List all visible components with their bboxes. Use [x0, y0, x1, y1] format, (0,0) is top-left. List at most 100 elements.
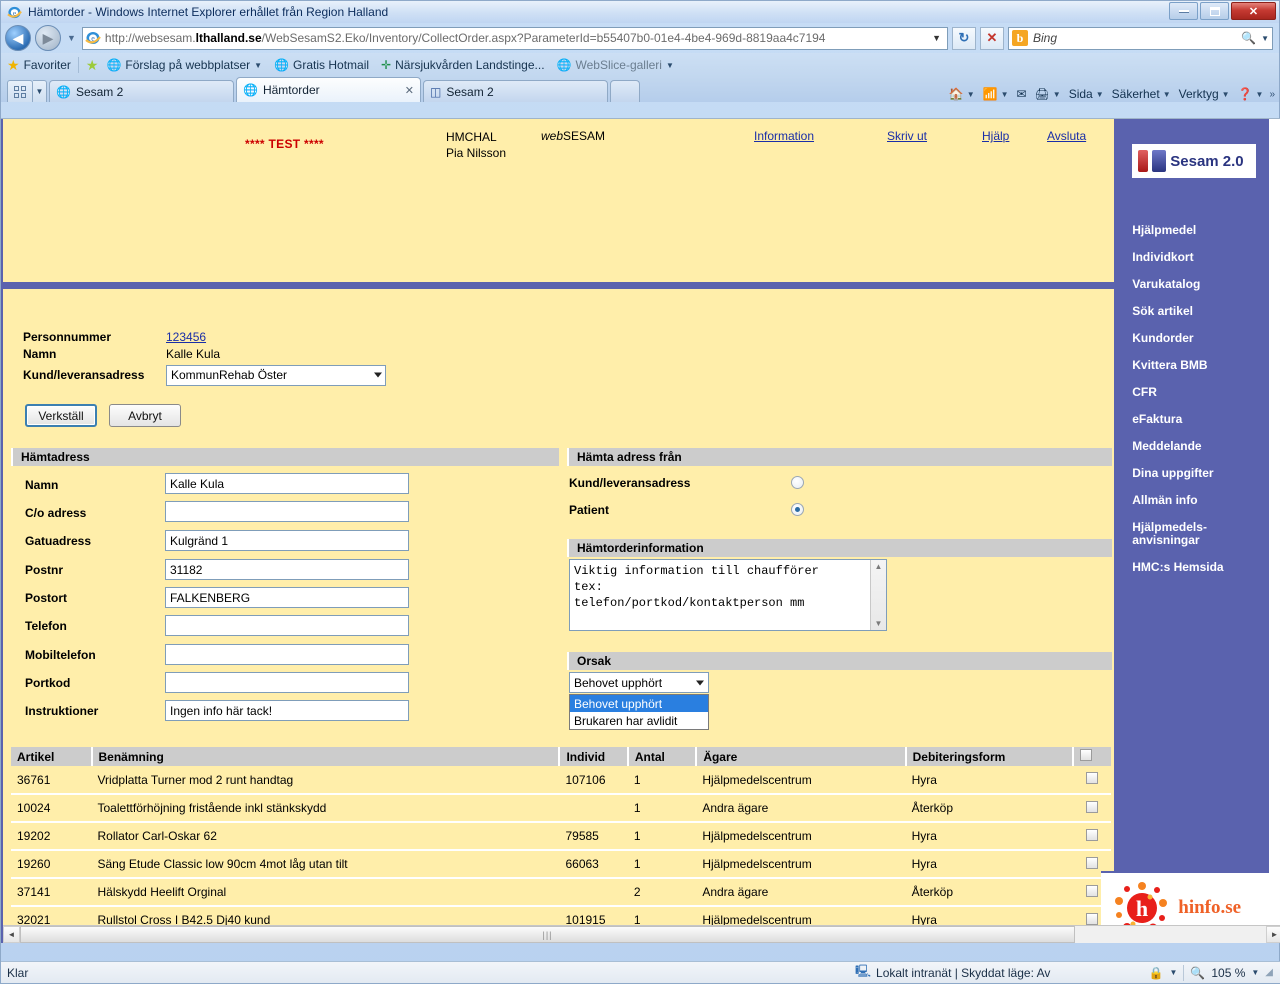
- forward-button[interactable]: ▶: [35, 25, 61, 51]
- field-input-postnr[interactable]: 31182: [165, 559, 409, 580]
- column-header-antal[interactable]: Antal: [627, 747, 698, 766]
- command-overflow-icon[interactable]: »: [1269, 89, 1275, 100]
- sidebar-item-kundorder[interactable]: Kundorder: [1132, 332, 1267, 345]
- radio-kund-leveransadress[interactable]: [791, 476, 804, 489]
- print-button[interactable]: 🖨 ▼: [1033, 87, 1063, 101]
- address-dropdown-caret-icon[interactable]: ▼: [932, 33, 945, 43]
- sidebar-item-hjalpmedelsanvisningar[interactable]: Hjälpmedels-anvisningar: [1132, 521, 1267, 547]
- sidebar-item-hmc-hemsida[interactable]: HMC:s Hemsida: [1132, 561, 1267, 574]
- order-info-textarea[interactable]: Viktig information till chaufförer tex: …: [569, 559, 887, 631]
- field-input-gatuadress[interactable]: Kulgränd 1: [165, 530, 409, 551]
- scroll-thumb[interactable]: |||: [20, 926, 1075, 943]
- page-menu[interactable]: Sida ▼: [1067, 87, 1106, 101]
- feeds-caret-icon[interactable]: ▼: [1001, 90, 1009, 99]
- tab-sesam2-first[interactable]: 🌐 Sesam 2: [49, 80, 234, 102]
- table-row[interactable]: 19260 Säng Etude Classic low 90cm 4mot l…: [11, 850, 1111, 879]
- mail-button[interactable]: ✉: [1014, 87, 1028, 101]
- minimize-button[interactable]: [1169, 2, 1198, 20]
- select-all-checkbox[interactable]: [1079, 749, 1092, 761]
- field-input-mobiltelefon[interactable]: [165, 644, 409, 665]
- scroll-right-button[interactable]: ►: [1266, 926, 1280, 943]
- field-input-co-adress[interactable]: [165, 501, 409, 522]
- security-menu[interactable]: Säkerhet ▼: [1110, 87, 1173, 101]
- sidebar-item-dina-uppgifter[interactable]: Dina uppgifter: [1132, 467, 1267, 480]
- favorite-item-hotmail[interactable]: 🌐 Gratis Hotmail: [270, 58, 373, 72]
- page-horizontal-scrollbar[interactable]: ◄ ||| ►: [3, 925, 1280, 943]
- sidebar-item-cfr[interactable]: CFR: [1132, 386, 1267, 399]
- submit-button[interactable]: Verkställ: [25, 404, 97, 427]
- header-link-help[interactable]: Hjälp: [982, 129, 1009, 143]
- row-checkbox[interactable]: [1085, 828, 1098, 841]
- resize-grip-icon[interactable]: ◢: [1265, 967, 1273, 978]
- header-link-print[interactable]: Skriv ut: [887, 129, 927, 143]
- security-zone[interactable]: 🖳 Lokalt intranät | Skyddat läge: Av: [841, 962, 1149, 983]
- sidebar-item-kvittera-bmb[interactable]: Kvittera BMB: [1132, 359, 1267, 372]
- tab-close-icon[interactable]: ✕: [405, 84, 414, 97]
- kund-leveransadress-select[interactable]: KommunRehab Öster: [166, 364, 386, 386]
- home-button[interactable]: 🏠 ▼: [947, 87, 977, 101]
- radio-patient[interactable]: [791, 503, 804, 516]
- sidebar-item-individkort[interactable]: Individkort: [1132, 251, 1267, 264]
- scroll-up-icon[interactable]: ▲: [875, 562, 883, 571]
- scroll-track[interactable]: |||: [20, 926, 1266, 943]
- reason-select[interactable]: Behovet upphört: [569, 672, 709, 693]
- row-checkbox[interactable]: [1085, 800, 1098, 813]
- search-caret-icon[interactable]: ▼: [1261, 34, 1269, 43]
- field-input-instruktioner[interactable]: Ingen info här tack!: [165, 700, 409, 721]
- field-input-telefon[interactable]: [165, 615, 409, 636]
- tools-menu[interactable]: Verktyg ▼: [1177, 87, 1232, 101]
- column-header-individ[interactable]: Individ: [559, 747, 629, 766]
- zoom-caret-icon[interactable]: ▼: [1251, 968, 1259, 977]
- column-header-benamning[interactable]: Benämning: [91, 747, 561, 766]
- zone-caret-icon[interactable]: ▼: [1169, 968, 1177, 977]
- recent-pages-caret-icon[interactable]: ▼: [67, 33, 76, 43]
- scroll-down-icon[interactable]: ▼: [875, 619, 883, 628]
- row-checkbox[interactable]: [1085, 912, 1098, 925]
- reason-option-behovet-upphort[interactable]: Behovet upphört: [570, 695, 708, 712]
- reason-option-brukaren-har-avlidit[interactable]: Brukaren har avlidit: [570, 712, 708, 729]
- row-checkbox[interactable]: [1085, 772, 1098, 784]
- scroll-left-button[interactable]: ◄: [3, 926, 20, 943]
- field-input-postort[interactable]: FALKENBERG: [165, 587, 409, 608]
- header-link-information[interactable]: Information: [754, 129, 814, 143]
- address-bar[interactable]: e http://websesam.lthalland.se/WebSesamS…: [81, 26, 948, 50]
- sesam-logo[interactable]: Sesam 2.0: [1132, 144, 1257, 178]
- sidebar-item-sok-artikel[interactable]: Sök artikel: [1132, 305, 1267, 318]
- table-row[interactable]: 37141 Hälskydd Heelift Orginal 2 Andra ä…: [11, 878, 1111, 907]
- header-link-logout[interactable]: Avsluta: [1047, 129, 1086, 143]
- cancel-button[interactable]: Avbryt: [109, 404, 181, 427]
- sidebar-item-allman-info[interactable]: Allmän info: [1132, 494, 1267, 507]
- personnummer-link[interactable]: 123456: [166, 330, 206, 344]
- table-row[interactable]: 36761 Vridplatta Turner mod 2 runt handt…: [11, 766, 1111, 795]
- maximize-button[interactable]: [1200, 2, 1229, 20]
- close-button[interactable]: ✕: [1231, 2, 1276, 20]
- feeds-button[interactable]: 📶 ▼: [981, 87, 1011, 101]
- favorites-label[interactable]: Favoriter: [24, 58, 71, 72]
- print-caret-icon[interactable]: ▼: [1053, 90, 1061, 99]
- search-box[interactable]: b Bing 🔍 ▼: [1008, 26, 1273, 50]
- favorite-item-suggested-sites[interactable]: 🌐 Förslag på webbplatser ▼: [102, 58, 266, 72]
- column-header-artikel[interactable]: Artikel: [11, 747, 93, 766]
- new-tab-button[interactable]: [610, 80, 640, 102]
- table-row[interactable]: 10024 Toalettförhöjning fristående inkl …: [11, 794, 1111, 823]
- column-header-debiteringsform[interactable]: Debiteringsform: [905, 747, 1074, 766]
- home-caret-icon[interactable]: ▼: [967, 90, 975, 99]
- field-input-portkod[interactable]: [165, 672, 409, 693]
- row-checkbox[interactable]: [1085, 884, 1098, 897]
- column-header-agare[interactable]: Ägare: [696, 747, 907, 766]
- tab-sesam2-second[interactable]: ◫ Sesam 2: [423, 80, 608, 102]
- favorite-item-narsjukvarden[interactable]: ✛ Närsjukvården Landstinge...: [377, 58, 548, 72]
- help-menu[interactable]: ❓ ▼: [1236, 87, 1266, 101]
- back-button[interactable]: ◀: [5, 25, 31, 51]
- add-favorite-icon[interactable]: ★: [86, 57, 99, 74]
- tab-hamtorder[interactable]: 🌐 Hämtorder ✕: [236, 77, 421, 102]
- stop-button[interactable]: ✕: [980, 26, 1004, 50]
- refresh-button[interactable]: ↻: [952, 26, 976, 50]
- tab-list-caret-icon[interactable]: ▼: [33, 80, 47, 102]
- order-info-scrollbar[interactable]: ▲ ▼: [870, 560, 886, 630]
- sidebar-item-varukatalog[interactable]: Varukatalog: [1132, 278, 1267, 291]
- favorite-item-webslice-gallery[interactable]: 🌐 WebSlice-galleri ▼: [553, 58, 678, 72]
- sidebar-item-efaktura[interactable]: eFaktura: [1132, 413, 1267, 426]
- quick-tabs-button[interactable]: [7, 80, 33, 102]
- reason-dropdown-list[interactable]: Behovet upphört Brukaren har avlidit: [569, 694, 709, 730]
